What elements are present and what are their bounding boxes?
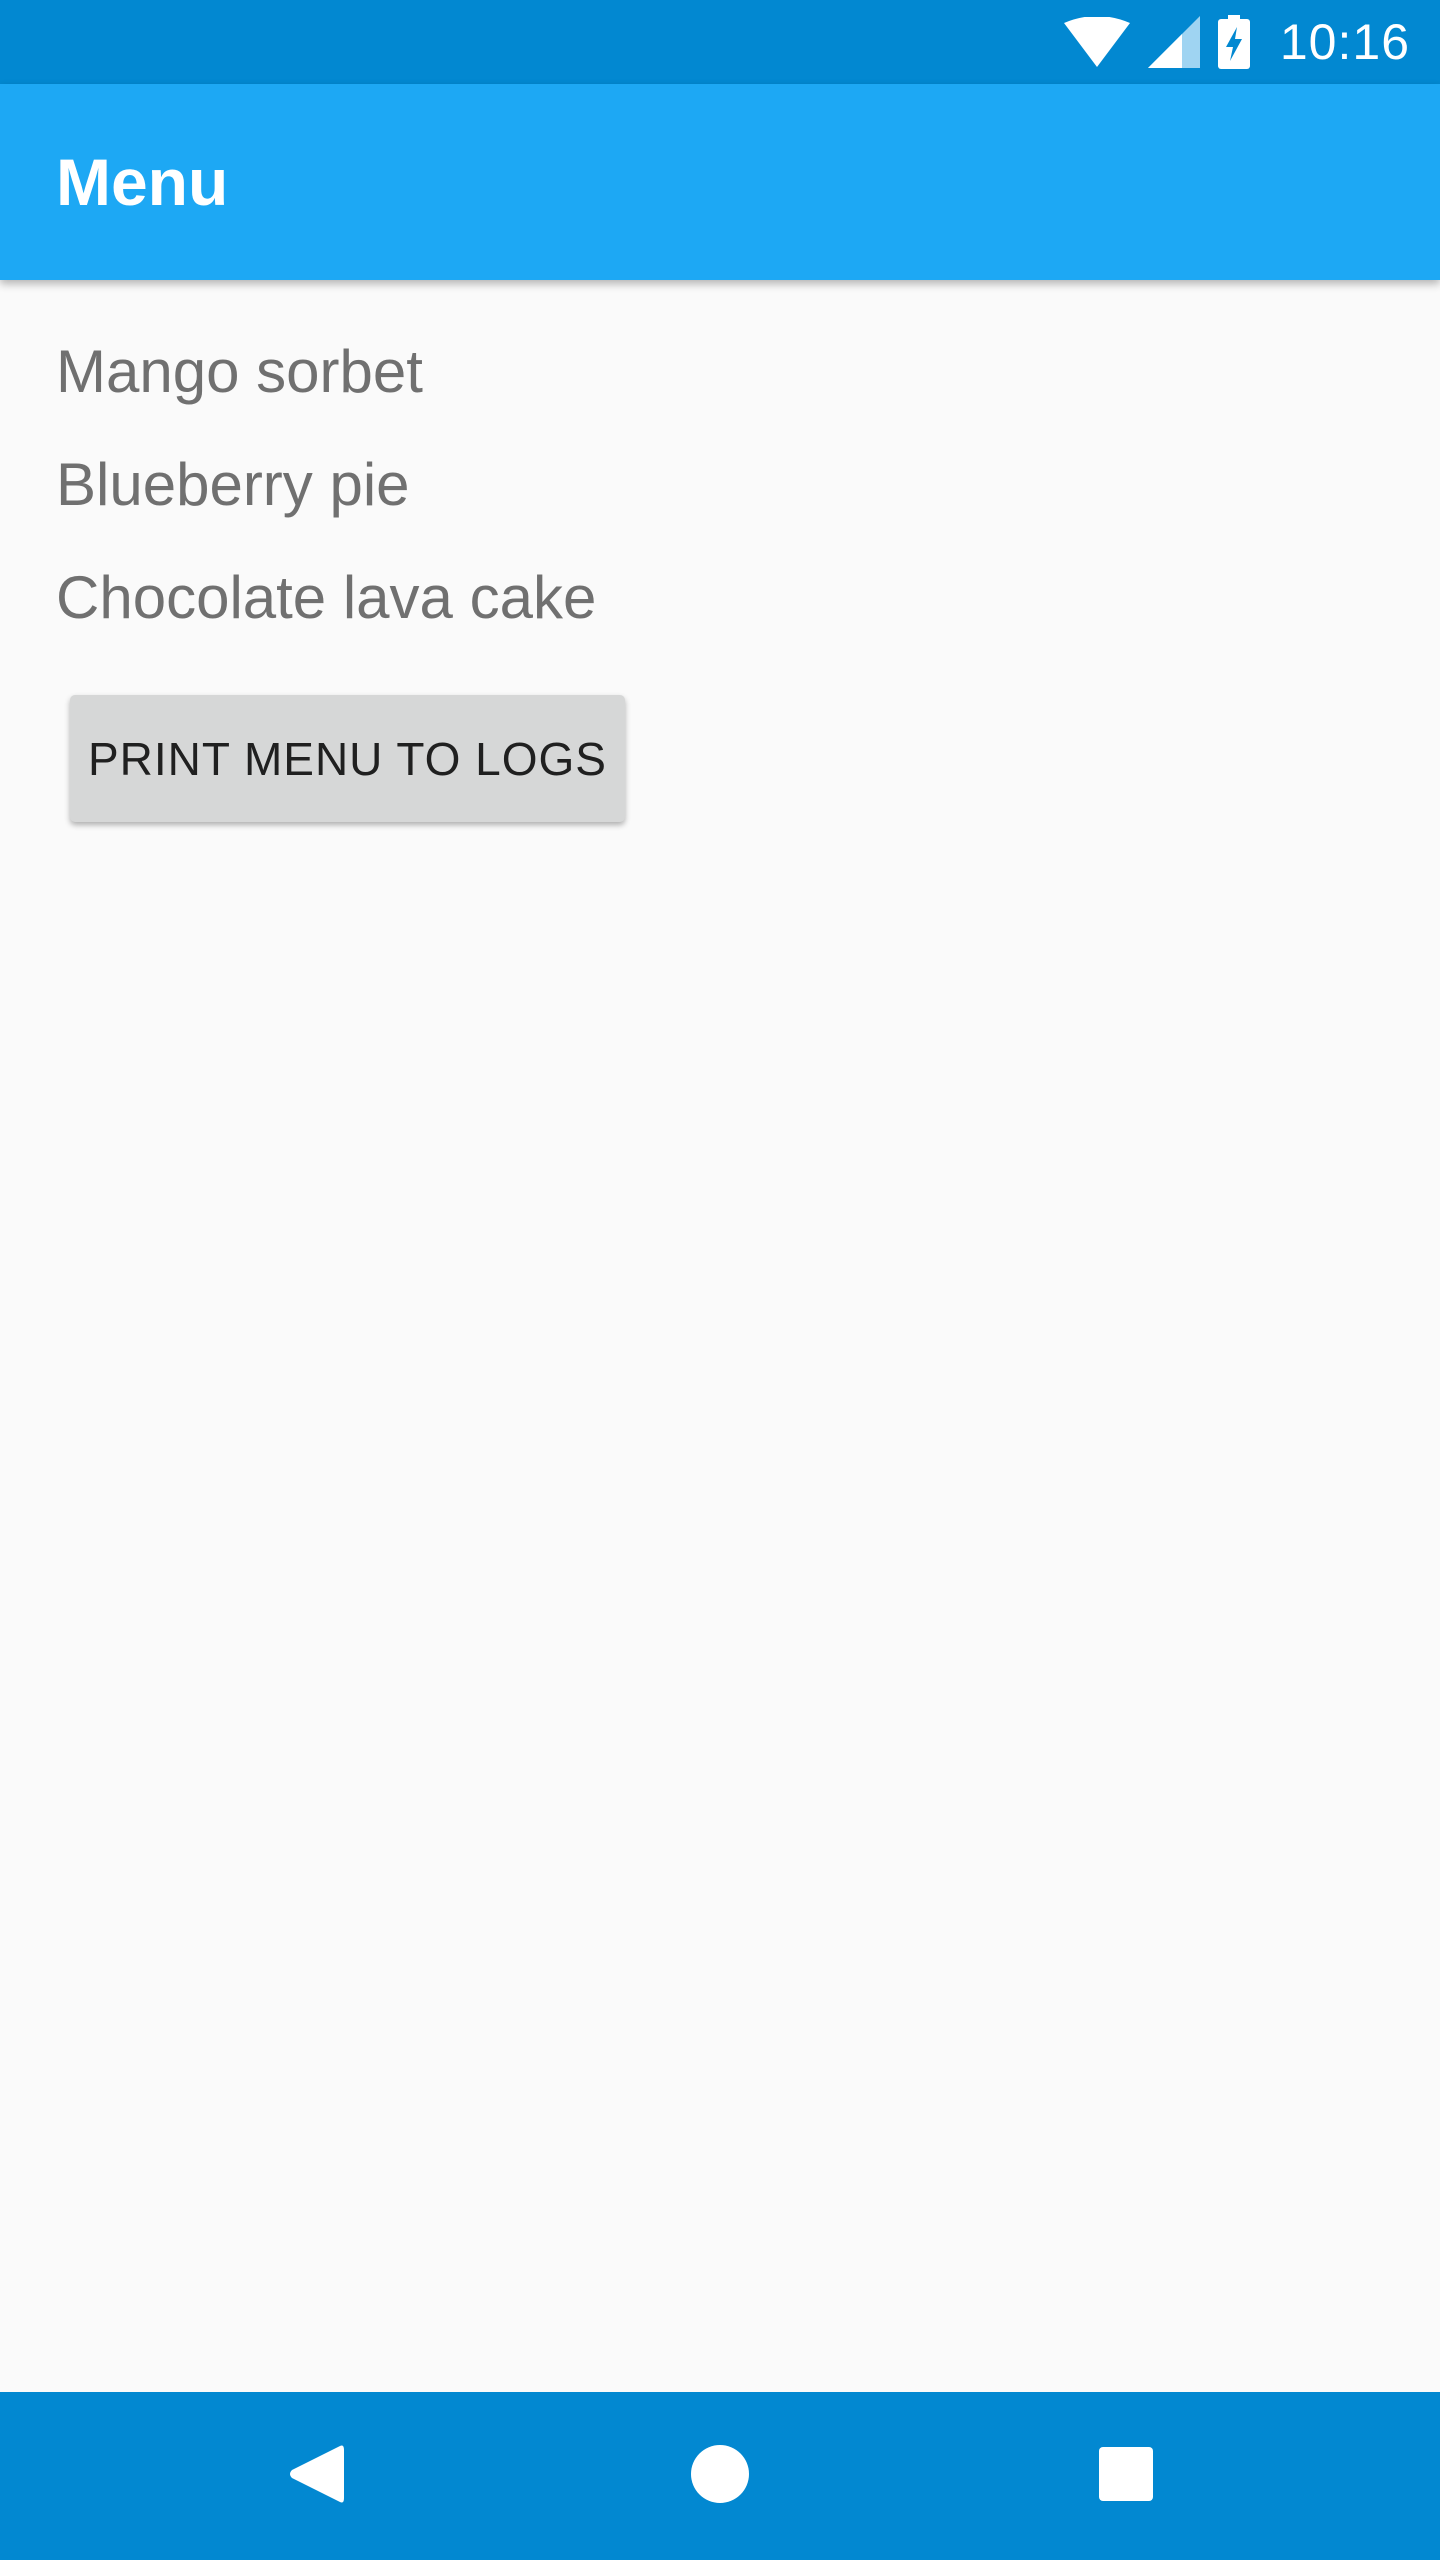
wifi-icon [1063, 17, 1130, 67]
recents-icon [1099, 2446, 1153, 2506]
back-button[interactable] [236, 2392, 396, 2560]
navigation-bar [0, 2392, 1440, 2560]
menu-item: Mango sorbet [56, 338, 423, 405]
page-title: Menu [56, 145, 229, 219]
back-icon [288, 2442, 344, 2511]
menu-list: Mango sorbet Blueberry pie Chocolate lav… [56, 332, 596, 671]
home-icon [691, 2444, 749, 2508]
home-button[interactable] [640, 2392, 800, 2560]
cell-signal-icon [1147, 16, 1200, 68]
recents-button[interactable] [1046, 2392, 1206, 2560]
app-bar: Menu [0, 84, 1440, 280]
menu-item: Chocolate lava cake [56, 564, 597, 631]
print-menu-button[interactable]: PRINT MENU TO LOGS [70, 695, 625, 822]
status-time: 10:16 [1279, 14, 1410, 70]
status-icons: 10:16 [1063, 0, 1410, 84]
battery-charging-icon [1217, 15, 1250, 69]
menu-item: Blueberry pie [56, 451, 410, 518]
status-bar: 10:16 [0, 0, 1440, 84]
